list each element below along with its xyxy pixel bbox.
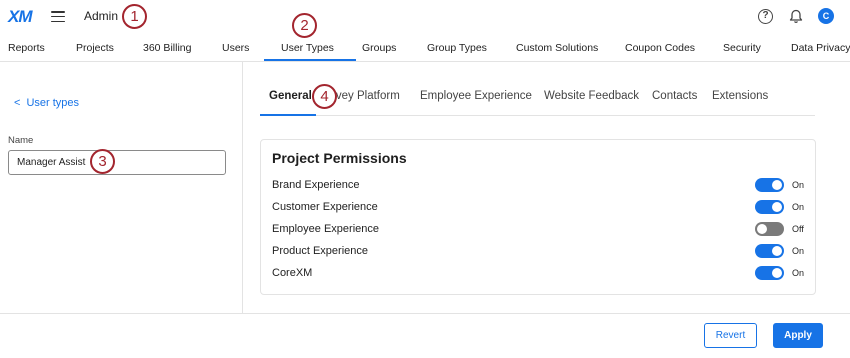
permission-row-corexm: CoreXM On: [272, 265, 806, 281]
name-input[interactable]: [8, 150, 226, 175]
subtab-general[interactable]: General: [269, 90, 312, 102]
product-experience-toggle[interactable]: [755, 244, 784, 258]
main-nav: Reports Projects 360 Billing Users User …: [0, 34, 850, 62]
nav-item-user-types[interactable]: User Types: [281, 42, 334, 54]
project-permissions-card: Project Permissions Brand Experience On …: [260, 139, 816, 295]
apply-button[interactable]: Apply: [773, 323, 823, 348]
name-field-label: Name: [8, 135, 34, 146]
user-avatar[interactable]: C: [818, 8, 834, 24]
toggle-state-text: On: [792, 246, 805, 256]
nav-item-360-billing[interactable]: 360 Billing: [143, 42, 191, 54]
subtab-website-feedback[interactable]: Website Feedback: [544, 90, 639, 102]
permission-row-employee-experience: Employee Experience Off: [272, 221, 806, 237]
callout-4: 4: [312, 84, 337, 109]
back-to-user-types-link[interactable]: < User types: [14, 97, 79, 109]
subtab-extensions[interactable]: Extensions: [712, 90, 768, 102]
nav-item-users[interactable]: Users: [222, 42, 249, 54]
permission-label: Customer Experience: [272, 201, 378, 213]
footer-bar: Revert Apply: [0, 313, 850, 358]
nav-item-projects[interactable]: Projects: [76, 42, 114, 54]
nav-active-indicator: [264, 59, 356, 61]
subtab-contacts[interactable]: Contacts: [652, 90, 697, 102]
nav-item-group-types[interactable]: Group Types: [427, 42, 487, 54]
callout-1: 1: [122, 4, 147, 29]
left-panel: < User types Name: [0, 62, 243, 313]
subtab-employee-experience[interactable]: Employee Experience: [420, 90, 532, 102]
toggle-state-text: On: [792, 180, 805, 190]
notification-bell-icon[interactable]: [789, 9, 803, 24]
permission-row-brand-experience: Brand Experience On: [272, 177, 806, 193]
menu-icon[interactable]: [51, 11, 65, 23]
revert-button[interactable]: Revert: [704, 323, 757, 348]
back-link-label: User types: [26, 97, 80, 109]
nav-item-security[interactable]: Security: [723, 42, 761, 54]
chevron-left-icon: <: [14, 97, 21, 109]
employee-experience-toggle[interactable]: [755, 222, 784, 236]
customer-experience-toggle[interactable]: [755, 200, 784, 214]
nav-item-data-privacy[interactable]: Data Privacy: [791, 42, 850, 54]
permission-label: Product Experience: [272, 245, 368, 257]
callout-2: 2: [292, 13, 317, 38]
permission-label: Brand Experience: [272, 179, 360, 191]
app-title: Admin: [84, 9, 119, 23]
toggle-state-text: On: [792, 202, 805, 212]
toggle-state-text: On: [792, 268, 805, 278]
nav-item-reports[interactable]: Reports: [8, 42, 45, 54]
brand-experience-toggle[interactable]: [755, 178, 784, 192]
nav-item-coupon-codes[interactable]: Coupon Codes: [625, 42, 695, 54]
subtab-active-indicator: [260, 114, 316, 116]
permission-row-product-experience: Product Experience On: [272, 243, 806, 259]
permission-label: Employee Experience: [272, 223, 380, 235]
toggle-state-text: Off: [792, 224, 804, 234]
help-icon[interactable]: ?: [758, 9, 773, 24]
subtab-divider: [260, 115, 815, 116]
xm-logo[interactable]: XM: [8, 7, 32, 27]
permission-label: CoreXM: [272, 267, 313, 279]
callout-3: 3: [90, 149, 115, 174]
corexm-toggle[interactable]: [755, 266, 784, 280]
nav-item-custom-solutions[interactable]: Custom Solutions: [516, 42, 598, 54]
card-title: Project Permissions: [272, 150, 407, 166]
nav-item-groups[interactable]: Groups: [362, 42, 396, 54]
permission-row-customer-experience: Customer Experience On: [272, 199, 806, 215]
